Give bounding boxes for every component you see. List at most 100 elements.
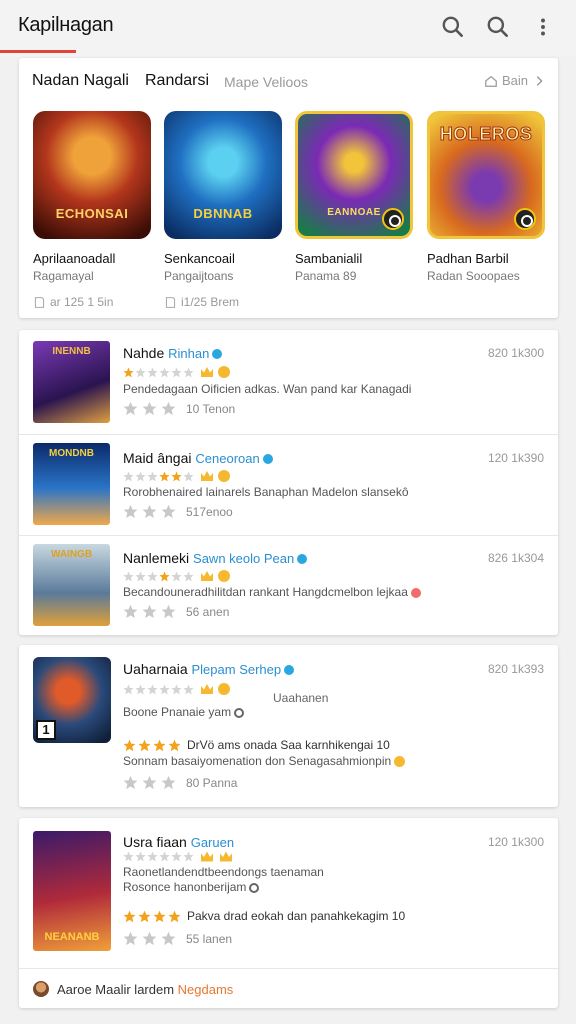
verified-icon — [284, 665, 295, 676]
app-name: Aprilaanoadall — [33, 251, 116, 266]
list-item[interactable]: MONDNB Maid ângai Ceneoroan 120 1k390 Ro… — [19, 435, 558, 535]
app-rating: 517enoo — [123, 504, 233, 519]
app-developer: Ragamayal — [33, 269, 94, 283]
emoji-icon — [218, 683, 230, 695]
featured-section: Nadan Nagali Randarsi Mape Velioos Bain … — [19, 58, 558, 318]
star-empty-icon — [123, 471, 134, 481]
app-thumbnail: ECHONSAI — [33, 111, 151, 239]
avatar — [33, 981, 49, 997]
crown-icon — [201, 471, 213, 481]
star-empty-icon — [183, 571, 194, 581]
thumbnail-wordmark: HOLEROS — [439, 124, 533, 145]
award-badge-icon — [514, 208, 536, 230]
star-empty-icon — [135, 571, 146, 581]
crown-icon — [201, 851, 213, 862]
star-filled-icon — [123, 910, 136, 922]
app-name: Uaharnaia — [123, 661, 188, 677]
star-empty-icon — [123, 504, 138, 519]
app-price: 820 1k300 — [487, 346, 544, 360]
verified-icon — [212, 349, 223, 360]
app-thumbnail: MONDNB — [33, 443, 110, 525]
featured-app-tile[interactable]: EANNOAE Sambanialil Panama 89 — [295, 111, 415, 283]
crown-icon — [201, 684, 213, 694]
star-empty-icon — [123, 571, 134, 581]
list-item[interactable]: WAINGB Nanlemeki Sawn keolo Pean 826 1k3… — [19, 536, 558, 635]
developer-credit-link[interactable]: Negdams — [178, 982, 234, 997]
more-vert-icon[interactable] — [530, 14, 556, 40]
app-name: Nahde — [123, 345, 165, 361]
star-empty-icon — [147, 684, 158, 694]
app-thumbnail: HOLEROS — [427, 111, 545, 239]
tab-mape-velioos[interactable]: Mape Velioos — [224, 74, 308, 90]
app-publisher: Rinhan — [168, 346, 210, 361]
app-card[interactable]: NEANANB Usra fiaan Garuen 120 1k300 Raon… — [19, 818, 558, 1008]
app-meta-text: i1/25 Brem — [181, 295, 240, 309]
app-publisher: Plepam Serhep — [191, 662, 282, 677]
top-app-bar: Карilнagan — [0, 0, 576, 56]
app-subtitle: Uaahanen — [273, 691, 329, 705]
rating-stars — [123, 851, 232, 862]
search-icon[interactable] — [485, 14, 511, 40]
app-description: Rosonce hanonberijam — [123, 880, 260, 894]
settings-icon — [249, 882, 260, 893]
tab-randarsi[interactable]: Randarsi — [145, 72, 209, 90]
app-card[interactable]: 1 Uaharnaia Plepam Serhep 820 1k393 Uaah… — [19, 645, 558, 807]
app-name: Maid ângai — [123, 450, 192, 466]
featured-app-tile[interactable]: DBNNAB Senkancoail Pangaijtoans i1/25 Br… — [164, 111, 284, 309]
star-filled-icon — [168, 910, 181, 922]
star-empty-icon — [123, 401, 138, 416]
rating-stars — [123, 570, 230, 582]
app-thumbnail: INENNB — [33, 341, 110, 423]
app-rating: 10 Tenon — [123, 401, 235, 416]
app-rating: 56 anen — [123, 604, 229, 619]
developer-credit-text: Aaroe Maalir lardem — [57, 982, 175, 997]
emoji-icon — [218, 366, 230, 378]
see-all-link[interactable]: Bain — [484, 73, 546, 88]
app-description: Pendedagaan Oificien adkas. Wan pand kar… — [123, 382, 412, 396]
star-empty-icon — [142, 401, 157, 416]
review-count: 10 Tenon — [186, 401, 236, 416]
verified-icon — [297, 554, 308, 565]
star-empty-icon — [161, 504, 176, 519]
app-thumbnail: DBNNAB — [164, 111, 282, 239]
star-filled-icon — [153, 910, 166, 922]
app-meta: ar 125 1 5in — [33, 295, 113, 309]
star-empty-icon — [147, 367, 158, 377]
tab-nadan-nagali[interactable]: Nadan Nagali — [32, 72, 129, 90]
app-name: Padhan Barbil — [427, 251, 509, 266]
app-description-text: Rosonce hanonberijam — [123, 880, 247, 894]
star-empty-icon — [142, 775, 157, 790]
developer-footer[interactable]: Aaroe Maalir lardem Negdams — [19, 968, 558, 1008]
star-empty-icon — [147, 851, 158, 862]
star-filled-icon — [123, 367, 134, 377]
thumbnail-wordmark: INENNB — [52, 346, 91, 357]
app-name: Senkancoail — [164, 251, 235, 266]
app-name: Sambanialil — [295, 251, 363, 266]
featured-app-tile[interactable]: HOLEROS Padhan Barbil Radan Sooopaes — [427, 111, 547, 283]
star-filled-icon — [138, 739, 151, 751]
app-meta: i1/25 Brem — [164, 295, 239, 309]
review-count: 56 anen — [186, 604, 230, 619]
app-publisher: Garuen — [190, 835, 235, 850]
rating-stars — [123, 366, 230, 378]
app-title: Usra fiaan Garuen — [123, 834, 234, 850]
age-rating-icon: 1 — [36, 720, 56, 740]
chevron-right-icon — [536, 75, 543, 86]
app-developer: Pangaijtoans — [164, 269, 234, 283]
featured-review: DrVö ams onada Saa karnhikengai 10 — [123, 738, 390, 752]
list-item[interactable]: INENNB Nahde Rinhan 820 1k300 Pendedagaa… — [19, 330, 558, 434]
app-title: Maid ângai Ceneoroan — [123, 450, 273, 466]
app-developer: Panama 89 — [295, 269, 357, 283]
app-price: 120 1k300 — [487, 835, 544, 849]
featured-app-tile[interactable]: ECHONSAI Aprilaanoadall Ragamayal ar 125… — [33, 111, 153, 309]
app-price: 120 1k390 — [487, 451, 544, 465]
star-empty-icon — [123, 931, 138, 946]
star-empty-icon — [171, 367, 182, 377]
crown-icon — [220, 851, 232, 862]
review-count: 55 lanen — [186, 931, 233, 946]
app-thumbnail: WAINGB — [33, 544, 110, 626]
search-icon[interactable] — [440, 14, 466, 40]
app-price: 820 1k393 — [487, 662, 544, 676]
star-empty-icon — [161, 604, 176, 619]
rating-stars — [123, 470, 230, 482]
